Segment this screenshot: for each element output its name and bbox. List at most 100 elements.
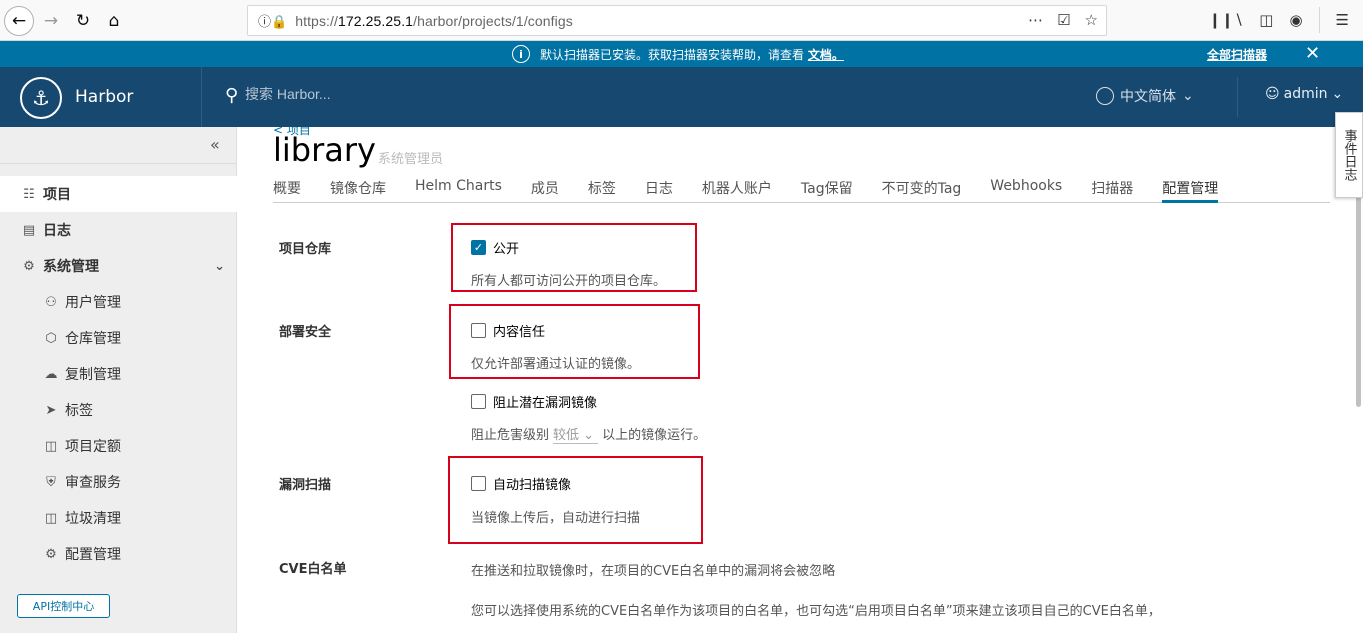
brand-name[interactable]: Harbor <box>75 87 133 107</box>
section-label-deploy: 部署安全 <box>279 325 332 340</box>
sidebar-item-label: 仓库管理 <box>65 331 121 347</box>
app-header: ⚓ Harbor ⚲ 中文简体 ⌄ ☺ admin ⌄ <box>0 67 1363 127</box>
all-scanners-link[interactable]: 全部扫描器 <box>1207 46 1267 63</box>
prevent-vuln-label: 阻止潜在漏洞镜像 <box>493 396 598 411</box>
search-input[interactable] <box>245 86 445 102</box>
sidebar-item-admin[interactable]: ⚙ 系统管理 ⌄ <box>0 248 237 284</box>
auto-scan-desc: 当镜像上传后，自动进行扫描 <box>471 511 641 526</box>
tab-webhooks[interactable]: Webhooks <box>990 171 1062 203</box>
forward-icon[interactable]: → <box>38 8 64 34</box>
section-label-cve: CVE白名单 <box>279 562 347 577</box>
language-selector[interactable]: 中文简体 ⌄ <box>1096 86 1194 106</box>
shield-icon: ⛨ <box>46 474 56 490</box>
header-divider <box>201 67 202 127</box>
tab-configuration[interactable]: 配置管理 <box>1162 171 1219 203</box>
sidebar-item-registry[interactable]: ⬡ 仓库管理 <box>0 320 237 356</box>
sidebar-item-quotas[interactable]: ◫ 项目定额 <box>0 428 237 464</box>
tab-members[interactable]: 成员 <box>531 171 559 203</box>
main-content: < 项目 library 系统管理员 概要 镜像仓库 Helm Charts 成… <box>238 127 1363 633</box>
auto-scan-label: 自动扫描镜像 <box>493 478 572 493</box>
browser-toolbar: ← → ↻ ⌂ ⓘ🔒 https://172.25.25.1/harbor/pr… <box>0 0 1363 41</box>
gear-icon: ⚙ <box>45 546 57 562</box>
sidebar-divider <box>0 163 237 164</box>
harbor-logo[interactable]: ⚓ <box>20 77 62 119</box>
logs-icon: ▤ <box>22 222 36 238</box>
tab-helm-charts[interactable]: Helm Charts <box>415 171 502 203</box>
label-icon: ➤ <box>45 402 57 418</box>
trash-icon: ◫ <box>44 510 58 526</box>
menu-icon[interactable]: ☰ <box>1336 11 1349 29</box>
home-icon[interactable]: ⌂ <box>101 8 127 34</box>
doc-link[interactable]: 文档。 <box>808 48 844 62</box>
language-label: 中文简体 <box>1120 89 1176 105</box>
sidebar-item-config[interactable]: ⚙ 配置管理 <box>0 536 237 572</box>
tab-labels[interactable]: 标签 <box>588 171 616 203</box>
prevent-vuln-desc: 阻止危害级别 较低 ⌄ 以上的镜像运行。 <box>471 424 706 444</box>
sidebar-item-label: 垃圾清理 <box>65 511 121 527</box>
auto-scan-row[interactable]: 自动扫描镜像 <box>471 474 571 493</box>
sidebar-item-interrogation[interactable]: ⛨ 审查服务 <box>0 464 237 500</box>
content-trust-label: 内容信任 <box>493 325 546 340</box>
event-log-tab[interactable]: 事件日志 <box>1335 112 1363 198</box>
admin-icon: ⚙ <box>23 258 35 274</box>
tab-tag-retention[interactable]: Tag保留 <box>801 171 853 203</box>
api-explorer-button[interactable]: API控制中心 <box>17 594 110 618</box>
bookmark-star-icon[interactable]: ☆ <box>1085 11 1098 29</box>
url-bar[interactable]: ⓘ🔒 https://172.25.25.1/harbor/projects/1… <box>247 5 1107 36</box>
toolbar-separator <box>1318 7 1320 33</box>
url-text[interactable]: https://172.25.25.1/harbor/projects/1/co… <box>295 13 573 29</box>
severity-select[interactable]: 较低 ⌄ <box>553 424 599 444</box>
tab-logs[interactable]: 日志 <box>645 171 673 203</box>
sidebar-item-label: 审查服务 <box>65 475 121 491</box>
sidebar-toggle-icon[interactable]: ◫ <box>1259 11 1273 29</box>
sidebar-item-users[interactable]: ⚇ 用户管理 <box>0 284 237 320</box>
pocket-icon[interactable]: ☑ <box>1057 11 1070 29</box>
tab-scanners[interactable]: 扫描器 <box>1091 171 1133 203</box>
tab-repositories[interactable]: 镜像仓库 <box>330 171 386 203</box>
account-icon[interactable]: ◉ <box>1289 11 1302 29</box>
public-desc: 所有人都可访问公开的项目仓库。 <box>471 274 667 289</box>
user-icon: ☺ <box>1265 86 1280 102</box>
sidebar-item-label: 日志 <box>43 223 71 239</box>
globe-icon <box>1096 87 1114 105</box>
project-tabs: 概要 镜像仓库 Helm Charts 成员 标签 日志 机器人账户 Tag保留… <box>273 171 1330 203</box>
banner-message: 默认扫描器已安装。获取扫描器安装帮助，请查看 文档。 <box>540 47 844 62</box>
reload-icon[interactable]: ↻ <box>70 8 96 34</box>
sidebar-item-label: 复制管理 <box>65 367 121 383</box>
info-icon: i <box>512 45 530 63</box>
page-title: library <box>273 131 376 169</box>
projects-icon: ☷ <box>23 186 35 202</box>
public-checkbox-label: 公开 <box>493 242 520 257</box>
cve-desc-1: 在推送和拉取镜像时，在项目的CVE白名单中的漏洞将会被忽略 <box>471 564 836 579</box>
replication-icon: ☁ <box>44 366 58 382</box>
prevent-vuln-checkbox[interactable] <box>471 394 486 409</box>
auto-scan-checkbox[interactable] <box>471 476 486 491</box>
sidebar-item-projects[interactable]: ☷ 项目 <box>0 176 237 212</box>
sidebar-item-label: 项目定额 <box>65 439 121 455</box>
sidebar-item-labels[interactable]: ➤ 标签 <box>0 392 237 428</box>
close-icon[interactable]: ✕ <box>1305 43 1320 64</box>
search-icon: ⚲ <box>225 85 239 106</box>
sidebar-item-label: 标签 <box>65 403 93 419</box>
tab-immutable-tags[interactable]: 不可变的Tag <box>882 171 962 203</box>
content-trust-checkbox[interactable] <box>471 323 486 338</box>
sidebar-item-logs[interactable]: ▤ 日志 <box>0 212 237 248</box>
public-checkbox-row[interactable]: ✓ 公开 <box>471 238 519 257</box>
sidebar-item-gc[interactable]: ◫ 垃圾清理 <box>0 500 237 536</box>
prevent-vuln-row[interactable]: 阻止潜在漏洞镜像 <box>471 392 597 411</box>
content-trust-row[interactable]: 内容信任 <box>471 321 545 340</box>
sidebar-item-label: 配置管理 <box>65 547 121 563</box>
registry-icon: ⬡ <box>45 330 57 346</box>
sidebar: « ☷ 项目 ▤ 日志 ⚙ 系统管理 ⌄ ⚇ 用户管理 ⬡ 仓库管理 ☁ 复制管… <box>0 127 237 633</box>
more-actions-icon[interactable]: ⋯ <box>1028 11 1043 29</box>
content-trust-desc: 仅允许部署通过认证的镜像。 <box>471 357 641 372</box>
tab-robot-accounts[interactable]: 机器人账户 <box>702 171 772 203</box>
public-checkbox[interactable]: ✓ <box>471 240 486 255</box>
back-icon[interactable]: ← <box>4 6 34 36</box>
tab-summary[interactable]: 概要 <box>273 171 301 203</box>
sidebar-item-replication[interactable]: ☁ 复制管理 <box>0 356 237 392</box>
site-info-icon[interactable]: ⓘ🔒 <box>258 11 287 30</box>
collapse-sidebar-icon[interactable]: « <box>210 135 220 154</box>
library-icon[interactable]: ❙❙∖ <box>1209 11 1244 29</box>
user-menu[interactable]: ☺ admin ⌄ <box>1265 86 1343 102</box>
